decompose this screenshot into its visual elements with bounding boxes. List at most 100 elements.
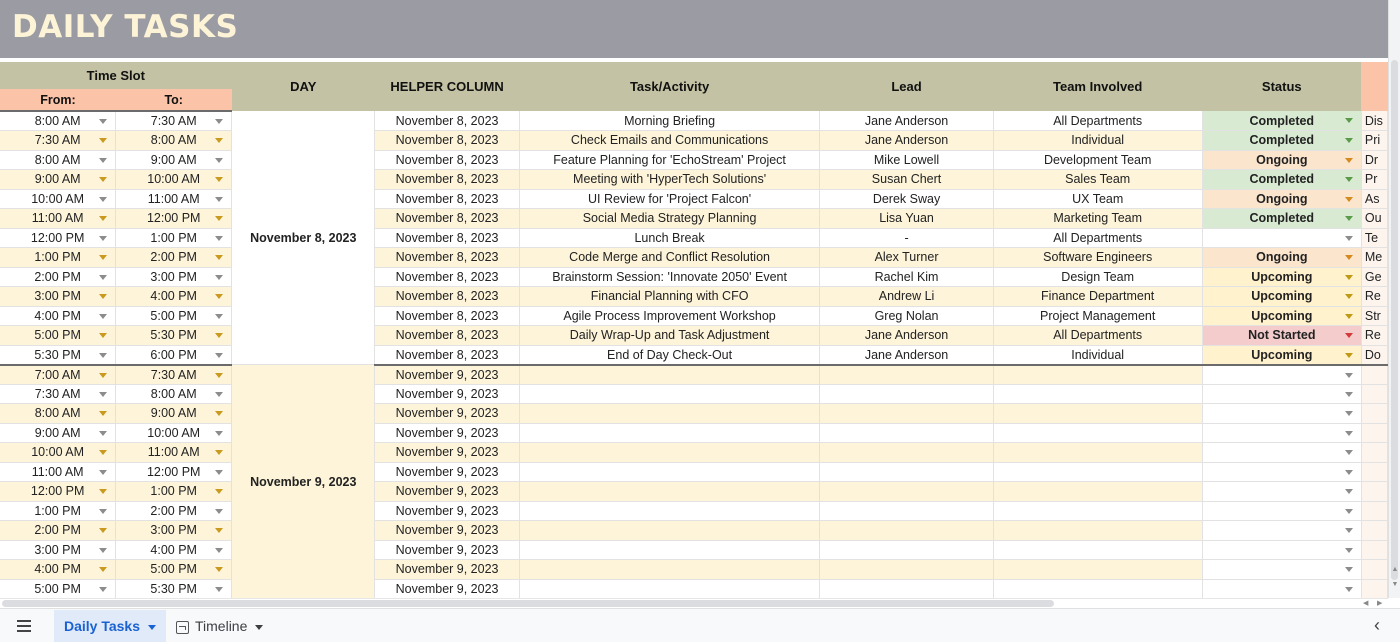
dropdown-arrow-icon[interactable] <box>1344 586 1353 592</box>
dropdown-arrow-icon[interactable] <box>1344 508 1353 514</box>
helper-cell[interactable]: November 9, 2023 <box>374 384 520 404</box>
team-cell[interactable]: Individual <box>993 345 1203 366</box>
lead-cell[interactable] <box>819 364 994 385</box>
team-cell[interactable] <box>993 442 1203 463</box>
task-cell[interactable] <box>519 579 821 598</box>
dropdown-arrow-icon[interactable] <box>99 333 108 338</box>
to-time-cell[interactable]: 5:00 PM <box>115 306 233 326</box>
lead-cell[interactable] <box>819 559 994 580</box>
lead-cell[interactable]: Jane Anderson <box>819 325 994 346</box>
dropdown-arrow-icon[interactable] <box>1344 528 1353 533</box>
lead-cell[interactable]: - <box>819 228 994 248</box>
dropdown-arrow-icon[interactable] <box>1344 235 1353 241</box>
dropdown-arrow-icon[interactable] <box>99 489 108 494</box>
notes-cell[interactable]: Ge <box>1361 267 1388 287</box>
dropdown-arrow-icon[interactable] <box>1344 216 1353 221</box>
lead-cell[interactable]: Andrew Li <box>819 286 994 307</box>
team-cell[interactable] <box>993 384 1203 404</box>
task-cell[interactable] <box>519 481 821 502</box>
dropdown-arrow-icon[interactable] <box>99 177 108 182</box>
team-cell[interactable] <box>993 579 1203 598</box>
dropdown-arrow-icon[interactable] <box>99 216 108 221</box>
to-time-cell[interactable]: 2:00 PM <box>115 501 233 521</box>
team-cell[interactable]: All Departments <box>993 228 1203 248</box>
team-cell[interactable]: Development Team <box>993 150 1203 170</box>
dropdown-arrow-icon[interactable] <box>1344 430 1353 436</box>
dropdown-arrow-icon[interactable] <box>99 586 108 592</box>
team-cell[interactable] <box>993 520 1203 541</box>
from-time-cell[interactable]: 5:30 PM <box>0 345 117 366</box>
status-dropdown[interactable] <box>1202 501 1362 521</box>
status-dropdown[interactable]: Upcoming <box>1202 267 1362 287</box>
lead-cell[interactable]: Mike Lowell <box>819 150 994 170</box>
team-cell[interactable] <box>993 364 1203 385</box>
team-cell[interactable]: Marketing Team <box>993 208 1203 229</box>
team-cell[interactable]: Sales Team <box>993 169 1203 190</box>
dropdown-arrow-icon[interactable] <box>99 235 108 241</box>
dropdown-arrow-icon[interactable] <box>99 469 108 475</box>
to-time-cell[interactable]: 8:00 AM <box>115 130 233 151</box>
from-time-cell[interactable]: 5:00 PM <box>0 325 117 346</box>
status-dropdown[interactable]: Ongoing <box>1202 189 1362 209</box>
helper-cell[interactable]: November 8, 2023 <box>374 208 520 229</box>
dropdown-arrow-icon[interactable] <box>215 547 224 553</box>
team-cell[interactable]: Software Engineers <box>993 247 1203 268</box>
notes-cell[interactable] <box>1361 442 1388 463</box>
dropdown-arrow-icon[interactable] <box>99 157 108 163</box>
horizontal-scrollbar[interactable]: ◀ ▶ <box>0 598 1388 608</box>
dropdown-arrow-icon[interactable] <box>1344 274 1353 280</box>
helper-cell[interactable]: November 9, 2023 <box>374 423 520 443</box>
team-cell[interactable]: Individual <box>993 130 1203 151</box>
task-cell[interactable]: Agile Process Improvement Workshop <box>519 306 821 326</box>
status-dropdown[interactable]: Completed <box>1202 169 1362 190</box>
status-dropdown[interactable]: Completed <box>1202 208 1362 229</box>
lead-cell[interactable]: Jane Anderson <box>819 111 994 131</box>
lead-cell[interactable]: Susan Chert <box>819 169 994 190</box>
task-cell[interactable]: UI Review for 'Project Falcon' <box>519 189 821 209</box>
team-cell[interactable] <box>993 423 1203 443</box>
dropdown-arrow-icon[interactable] <box>215 508 224 514</box>
dropdown-arrow-icon[interactable] <box>1344 294 1353 299</box>
helper-cell[interactable]: November 8, 2023 <box>374 247 520 268</box>
dropdown-arrow-icon[interactable] <box>1344 333 1353 338</box>
task-cell[interactable]: Code Merge and Conflict Resolution <box>519 247 821 268</box>
task-cell[interactable]: Feature Planning for 'EchoStream' Projec… <box>519 150 821 170</box>
dropdown-arrow-icon[interactable] <box>215 567 224 572</box>
dropdown-arrow-icon[interactable] <box>1344 313 1353 319</box>
dropdown-arrow-icon[interactable] <box>215 411 224 416</box>
task-cell[interactable] <box>519 462 821 482</box>
dropdown-arrow-icon[interactable] <box>215 469 224 475</box>
dropdown-arrow-icon[interactable] <box>215 196 224 202</box>
dropdown-arrow-icon[interactable] <box>99 547 108 553</box>
from-time-cell[interactable]: 12:00 PM <box>0 228 117 248</box>
status-dropdown[interactable]: Upcoming <box>1202 286 1362 307</box>
task-cell[interactable] <box>519 423 821 443</box>
from-time-cell[interactable]: 12:00 PM <box>0 481 117 502</box>
notes-cell[interactable] <box>1361 559 1388 580</box>
helper-cell[interactable]: November 8, 2023 <box>374 189 520 209</box>
horizontal-scroll-thumb[interactable] <box>2 600 1054 607</box>
notes-cell[interactable]: Me <box>1361 247 1388 268</box>
notes-cell[interactable] <box>1361 462 1388 482</box>
dropdown-arrow-icon[interactable] <box>215 274 224 280</box>
lead-cell[interactable] <box>819 384 994 404</box>
task-cell[interactable] <box>519 384 821 404</box>
lead-cell[interactable] <box>819 540 994 560</box>
caret-down-icon[interactable] <box>255 624 264 630</box>
to-time-cell[interactable]: 11:00 AM <box>115 189 233 209</box>
from-time-cell[interactable]: 8:00 AM <box>0 111 117 131</box>
helper-cell[interactable]: November 8, 2023 <box>374 325 520 346</box>
notes-cell[interactable]: Pri <box>1361 130 1388 151</box>
from-time-cell[interactable]: 1:00 PM <box>0 247 117 268</box>
from-time-cell[interactable]: 1:00 PM <box>0 501 117 521</box>
dropdown-arrow-icon[interactable] <box>1344 547 1353 553</box>
notes-cell[interactable] <box>1361 540 1388 560</box>
notes-cell[interactable]: Do <box>1361 345 1388 366</box>
to-time-cell[interactable]: 12:00 PM <box>115 462 233 482</box>
to-time-cell[interactable]: 5:30 PM <box>115 325 233 346</box>
to-time-cell[interactable]: 4:00 PM <box>115 286 233 307</box>
dropdown-arrow-icon[interactable] <box>99 196 108 202</box>
status-dropdown[interactable] <box>1202 403 1362 424</box>
notes-cell[interactable] <box>1361 579 1388 598</box>
task-cell[interactable] <box>519 501 821 521</box>
